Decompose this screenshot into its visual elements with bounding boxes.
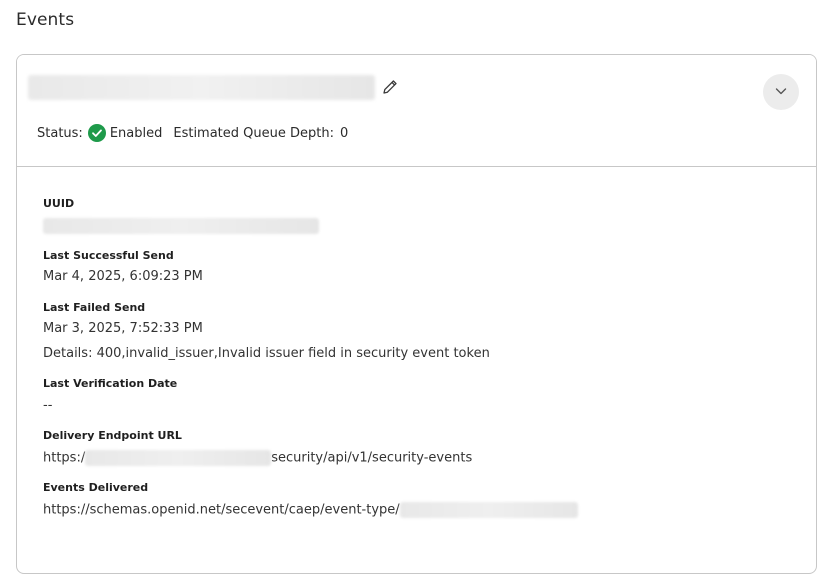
uuid-value [43,218,319,234]
pencil-icon[interactable] [381,78,399,96]
events-prefix: https://schemas.openid.net/secevent/caep… [43,502,400,518]
last-failed-send-details: Details: 400,invalid_issuer,Invalid issu… [43,346,490,361]
last-successful-send-label: Last Successful Send [43,249,174,262]
delivery-endpoint-url-value: https:/ security/api/v1/security-events [43,450,472,466]
last-verification-date-label: Last Verification Date [43,377,178,390]
events-delivered-label: Events Delivered [43,481,149,494]
status-row: Status: Enabled Estimated Queue Depth: 0 [37,124,348,142]
endpoint-prefix: https:/ [43,450,86,466]
status-value: Enabled [109,125,163,141]
endpoint-suffix: security/api/v1/security-events [271,450,473,466]
last-failed-send-label: Last Failed Send [43,301,146,314]
page-title: Events [16,10,75,30]
collapse-button[interactable] [763,74,799,110]
chevron-down-icon [774,83,788,102]
status-label: Status: [37,125,83,141]
last-successful-send-value: Mar 4, 2025, 6:09:23 PM [43,269,203,284]
last-failed-send-value: Mar 3, 2025, 7:52:33 PM [43,321,203,336]
uuid-label: UUID [43,197,75,210]
redacted-stream-name [28,75,375,100]
redacted-event-type [399,502,578,518]
redacted-endpoint-host [85,450,272,466]
last-verification-date-value: -- [43,398,53,413]
event-stream-card: Status: Enabled Estimated Queue Depth: 0… [16,54,817,574]
card-header: Status: Enabled Estimated Queue Depth: 0 [17,55,816,167]
queue-depth-value: 0 [339,125,349,141]
check-circle-icon [87,124,106,142]
events-delivered-value: https://schemas.openid.net/secevent/caep… [43,502,578,518]
redacted-uuid [43,218,319,234]
delivery-endpoint-url-label: Delivery Endpoint URL [43,429,182,442]
queue-depth-label: Estimated Queue Depth: [173,125,334,141]
